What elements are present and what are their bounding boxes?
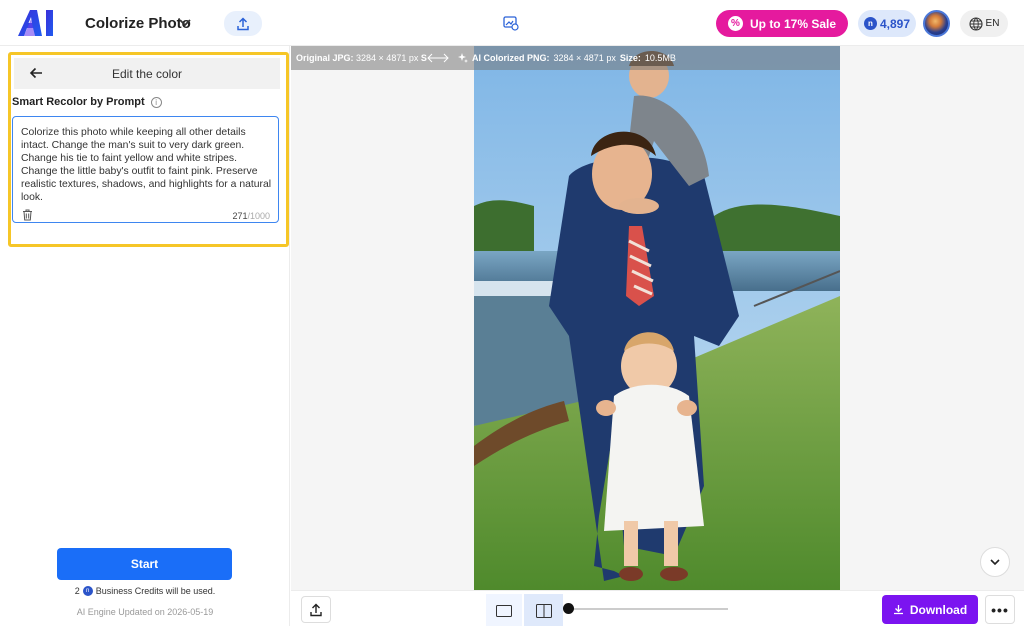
sale-label: Up to 17% Sale — [749, 16, 837, 31]
colorized-dims: 3284 × 4871 px — [553, 53, 616, 63]
start-button[interactable]: Start — [57, 548, 232, 580]
download-icon — [893, 605, 903, 615]
upload-icon — [310, 603, 322, 616]
chevron-down-icon — [990, 559, 1000, 566]
sale-button[interactable]: % Up to 17% Sale — [716, 10, 848, 37]
avatar[interactable] — [923, 10, 950, 37]
colorized-info: AI Colorized PNG: 3284 × 4871 px Size: 1… — [458, 53, 676, 63]
credit-coin-icon: n — [863, 17, 877, 30]
section-label-text: Smart Recolor by Prompt — [12, 96, 145, 108]
original-dims: 3284 × 4871 px — [356, 53, 419, 63]
language-label: EN — [985, 18, 1000, 29]
sparkle-icon — [458, 53, 468, 63]
collapse-button[interactable] — [980, 547, 1010, 577]
upload-button[interactable] — [224, 11, 262, 36]
edit-panel: Edit the color Smart Recolor by Prompt i… — [0, 46, 290, 626]
engine-note: AI Engine Updated on 2026-05-19 — [76, 607, 214, 617]
trash-icon[interactable] — [22, 209, 33, 221]
top-bar: Colorize Photo % Up to 17% Sale n 4,897 … — [0, 0, 1024, 46]
credits-value: 4,897 — [879, 16, 911, 31]
credit-coin-icon: n — [82, 586, 93, 596]
upload-icon — [237, 16, 249, 30]
sale-badge-icon: % — [727, 16, 743, 31]
download-button[interactable]: Download — [882, 595, 978, 624]
upload-button[interactable] — [301, 596, 331, 623]
info-icon[interactable]: i — [150, 96, 162, 108]
original-size-cut: S — [420, 53, 427, 63]
section-label: Smart Recolor by Prompt i — [12, 96, 162, 108]
compare-slider-track[interactable] — [569, 608, 728, 610]
globe-icon — [968, 16, 983, 31]
char-count-max: /1000 — [247, 211, 270, 221]
single-view-button[interactable] — [486, 594, 522, 626]
char-count: 271/1000 — [232, 211, 270, 221]
canvas-area: Original JPG: 3284 × 4871 px S AI Colori… — [291, 46, 1024, 590]
chevron-down-icon[interactable] — [178, 15, 192, 29]
edit-header: Edit the color — [14, 58, 280, 89]
credits-badge[interactable]: n 4,897 — [858, 10, 916, 37]
compare-slider-knob[interactable] — [563, 603, 574, 614]
bottom-toolbar: Download ••• — [291, 590, 1024, 626]
photo-image — [474, 46, 840, 590]
more-icon: ••• — [991, 601, 1009, 618]
credits-used-text: Business Credits will be used. — [95, 586, 216, 596]
colorized-photo[interactable] — [474, 46, 840, 590]
edit-color-section: Edit the color Smart Recolor by Prompt i… — [8, 52, 289, 247]
char-count-value: 271 — [232, 211, 248, 221]
size-value: 10.5MB — [644, 53, 676, 63]
logo-icon[interactable] — [16, 9, 58, 37]
app-title[interactable]: Colorize Photo — [85, 15, 191, 32]
original-label: Original JPG: — [296, 53, 354, 63]
swap-arrows-icon[interactable] — [427, 51, 449, 65]
prompt-textarea[interactable]: Colorize this photo while keeping all ot… — [12, 116, 279, 223]
size-label: Size: — [619, 53, 641, 63]
edit-title: Edit the color — [111, 67, 183, 81]
colorized-label: AI Colorized PNG: — [472, 53, 550, 63]
split-view-icon — [535, 603, 552, 618]
credits-note: 2 n Business Credits will be used. — [0, 586, 290, 596]
prompt-text[interactable]: Colorize this photo while keeping all ot… — [21, 126, 273, 204]
single-view-icon — [496, 604, 512, 617]
image-info-bar: Original JPG: 3284 × 4871 px S AI Colori… — [291, 46, 840, 70]
language-selector[interactable]: EN — [960, 10, 1008, 37]
download-label: Download — [909, 602, 968, 617]
more-button[interactable]: ••• — [985, 595, 1015, 624]
image-settings-icon[interactable] — [503, 15, 519, 31]
original-info: Original JPG: 3284 × 4871 px S — [296, 53, 427, 63]
split-view-button[interactable] — [524, 594, 563, 626]
credits-used-count: 2 — [74, 586, 80, 596]
